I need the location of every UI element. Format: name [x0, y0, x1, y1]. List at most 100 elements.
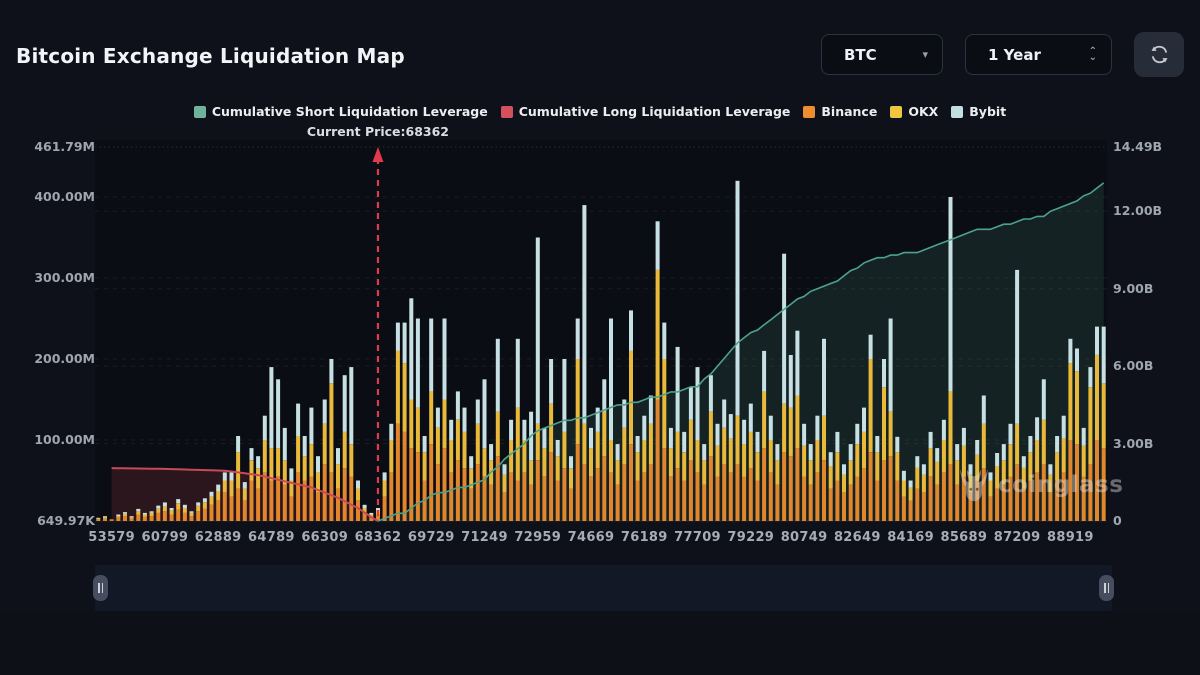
bar-bybit: [1009, 424, 1013, 444]
bar-bybit: [469, 456, 473, 468]
range-navigator[interactable]: [95, 565, 1112, 611]
bar-binance: [1075, 444, 1079, 521]
bar-binance: [1095, 440, 1099, 521]
bar-okx: [696, 440, 700, 472]
bar-bybit: [995, 453, 999, 466]
bar-okx: [449, 440, 453, 472]
bar-binance: [949, 464, 953, 521]
bar-binance: [123, 516, 127, 521]
bar-okx: [1048, 475, 1052, 493]
bar-binance: [136, 515, 140, 522]
bar-binance: [343, 468, 347, 521]
bar-bybit: [429, 319, 433, 392]
bar-okx: [995, 466, 999, 489]
bar-okx: [736, 416, 740, 465]
bar-bybit: [862, 408, 866, 432]
bar-bybit: [1082, 428, 1086, 446]
bar-okx: [955, 460, 959, 484]
bar-bybit: [822, 339, 826, 416]
bar-bybit: [236, 436, 240, 452]
bar-bybit: [369, 513, 373, 515]
bar-okx: [336, 464, 340, 488]
bar-okx: [1088, 387, 1092, 464]
y-axis-right-tick: 9.00B: [1113, 281, 1193, 297]
bar-okx: [815, 440, 819, 472]
bar-bybit: [489, 444, 493, 460]
bar-bybit: [356, 481, 360, 489]
bar-okx: [756, 452, 760, 480]
bar-bybit: [456, 391, 460, 419]
bar-bybit: [130, 516, 134, 517]
bar-binance: [176, 510, 180, 521]
bar-binance: [509, 472, 513, 521]
bar-binance: [729, 472, 733, 521]
y-axis-left-tick: 100.00M: [10, 432, 95, 448]
liquidation-map-page: { "header": { "title": "Bitcoin Exchange…: [0, 0, 1200, 675]
bar-binance: [476, 464, 480, 521]
bar-bybit: [1002, 444, 1006, 460]
bar-bybit: [263, 416, 267, 440]
bar-binance: [190, 516, 194, 521]
bar-binance: [662, 448, 666, 521]
bar-binance: [196, 511, 200, 521]
bar-bybit: [210, 492, 214, 497]
bar-okx: [183, 508, 187, 513]
bar-bybit: [243, 482, 247, 489]
bar-bybit: [436, 408, 440, 428]
bar-bybit: [203, 498, 207, 502]
bar-binance: [636, 481, 640, 522]
bar-binance: [795, 448, 799, 521]
bar-binance: [416, 452, 420, 521]
bar-okx: [855, 444, 859, 476]
bar-binance: [236, 489, 240, 521]
bar-binance: [1088, 464, 1092, 521]
bar-okx: [915, 468, 919, 489]
bar-bybit: [589, 428, 593, 448]
bar-okx: [809, 460, 813, 484]
bar-bybit: [616, 444, 620, 460]
bar-binance: [835, 481, 839, 522]
bar-okx: [170, 511, 174, 515]
bar-okx: [1035, 440, 1039, 472]
y-axis-right-tick: 0: [1113, 513, 1193, 529]
navigator-left-handle[interactable]: [93, 575, 108, 601]
bar-binance: [130, 519, 134, 521]
bar-okx: [622, 428, 626, 464]
bar-bybit: [902, 471, 906, 481]
bar-binance: [276, 477, 280, 522]
bar-okx: [962, 446, 966, 477]
bar-binance: [975, 481, 979, 522]
bar-okx: [203, 502, 207, 509]
bar-okx: [163, 506, 167, 511]
bar-binance: [609, 472, 613, 521]
bar-okx: [642, 440, 646, 472]
bar-bybit: [782, 254, 786, 404]
bottom-strip: [0, 612, 1200, 675]
bar-okx: [396, 351, 400, 424]
bar-bybit: [323, 400, 327, 424]
bar-bybit: [669, 428, 673, 448]
bar-binance: [269, 481, 273, 522]
bar-binance: [962, 477, 966, 522]
bar-okx: [1075, 371, 1079, 444]
bar-okx: [969, 475, 973, 493]
bar-okx: [409, 400, 413, 449]
bar-bybit: [949, 197, 953, 391]
bar-okx: [443, 400, 447, 449]
bar-okx: [702, 460, 706, 484]
bar-binance: [556, 481, 560, 522]
bar-binance: [902, 497, 906, 521]
y-axis-left-tick: 461.79M: [10, 139, 95, 155]
bar-binance: [256, 489, 260, 521]
navigator-right-handle[interactable]: [1099, 575, 1114, 601]
bar-okx: [483, 448, 487, 476]
bar-bybit: [116, 515, 120, 517]
bar-binance: [1068, 440, 1072, 521]
bar-binance: [602, 456, 606, 521]
bar-okx: [582, 424, 586, 465]
bar-okx: [216, 491, 220, 501]
bar-okx: [116, 516, 120, 518]
bar-okx: [463, 432, 467, 468]
bar-binance: [815, 472, 819, 521]
bar-bybit: [143, 513, 147, 515]
